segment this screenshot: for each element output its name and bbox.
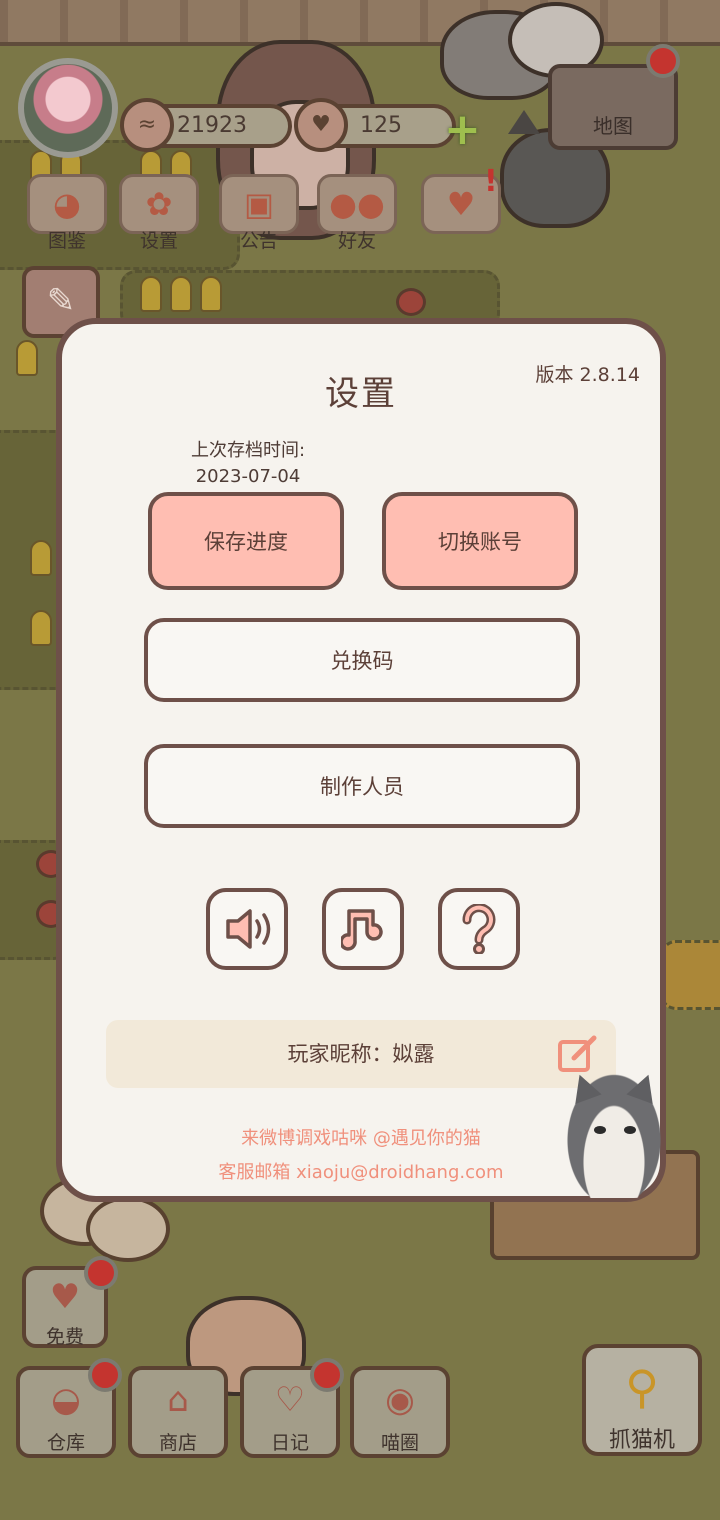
save-progress-button[interactable]: 保存进度 (148, 492, 344, 590)
claw-icon: ⚲ (625, 1360, 659, 1414)
fish-counter: ≈ 21923 (120, 98, 292, 152)
heart-counter: ♥ 125 (294, 98, 456, 152)
friends-icon: ●● (329, 185, 385, 223)
switch-account-button[interactable]: 切换账号 (382, 492, 578, 590)
help-icon (462, 904, 496, 954)
warehouse-notification-dot (88, 1358, 122, 1392)
settings-button[interactable]: ✿ 设置 (116, 174, 202, 252)
pencil-icon: ✎ (46, 281, 76, 321)
cat-planet-icon: ◉ (385, 1380, 415, 1420)
free-notification-dot (84, 1256, 118, 1290)
free-label: 免费 (45, 1326, 84, 1348)
settings-label: 设置 (139, 230, 178, 252)
help-button[interactable] (438, 888, 520, 970)
redeem-code-button[interactable]: 兑换码 (144, 618, 580, 702)
collection-label: 图鉴 (47, 230, 86, 252)
switch-account-label: 切换账号 (438, 530, 522, 554)
warehouse-label: 仓库 (46, 1432, 85, 1454)
cat-circle-button[interactable]: ◉ 喵圈 (350, 1366, 450, 1458)
fish-count: 21923 (177, 113, 247, 138)
gift-icon: ▣ (243, 185, 275, 223)
shop-icon: ⌂ (167, 1380, 189, 1420)
credits-button[interactable]: 制作人员 (144, 744, 580, 828)
collection-button[interactable]: ◕ 图鉴 (24, 174, 110, 252)
nickname-label: 玩家昵称：姒露 (287, 1042, 435, 1066)
map-label: 地图 (593, 114, 633, 138)
music-icon (341, 909, 383, 951)
heart-letter-icon: ♥ (446, 185, 476, 223)
announcement-label: 公告 (239, 230, 278, 252)
claw-machine-label: 抓猫机 (608, 1428, 675, 1453)
claw-machine-button[interactable]: ⚲ 抓猫机 (582, 1344, 702, 1456)
heart-icon: ♥ (294, 98, 348, 152)
last-save-label: 上次存档时间: (190, 440, 306, 461)
friends-label: 好友 (337, 230, 376, 252)
add-hearts-icon[interactable]: + (444, 108, 484, 152)
player-avatar[interactable] (18, 58, 118, 158)
cat-circle-label: 喵圈 (380, 1432, 419, 1454)
map-notification-dot (646, 44, 680, 78)
heart-count: 125 (360, 113, 402, 138)
shop-label: 商店 (158, 1432, 197, 1454)
cat-photo-sticker (564, 1069, 664, 1198)
shop-button[interactable]: ⌂ 商店 (128, 1366, 228, 1458)
friends-button[interactable]: ●● 好友 (314, 174, 400, 252)
credits-label: 制作人员 (320, 775, 404, 799)
music-toggle-button[interactable] (322, 888, 404, 970)
cat-face-icon: ◕ (53, 185, 81, 223)
diary-notification-dot (310, 1358, 344, 1392)
sound-toggle-button[interactable] (206, 888, 288, 970)
gear-icon: ✿ (145, 185, 173, 223)
version-label: 版本 2.8.14 (535, 364, 640, 386)
fish-icon: ≈ (120, 98, 174, 152)
alert-icon: ! (484, 164, 498, 199)
nickname-row[interactable]: 玩家昵称：姒露 (106, 1020, 616, 1088)
sound-icon (226, 909, 271, 949)
diary-label: 日记 (270, 1432, 309, 1454)
redeem-code-label: 兑换码 (330, 649, 394, 673)
save-progress-label: 保存进度 (204, 530, 288, 554)
announcement-button[interactable]: ▣ 公告 (216, 174, 302, 252)
